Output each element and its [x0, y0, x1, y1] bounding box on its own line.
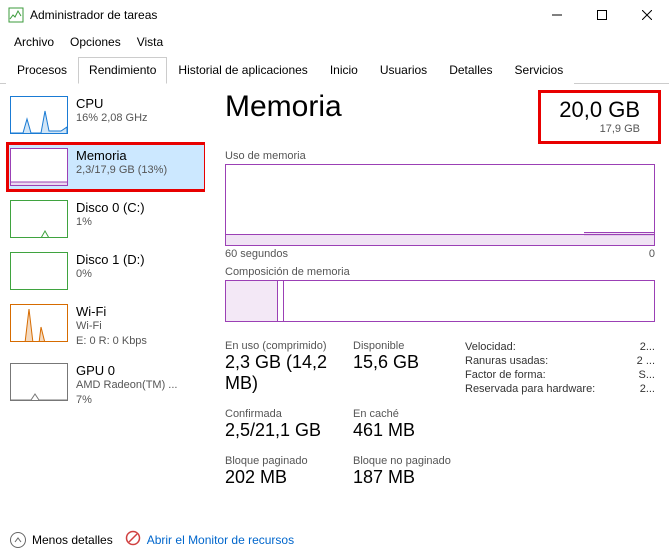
- disk1-thumb-icon: [10, 252, 68, 290]
- gpu-sub1: AMD Radeon(TM) ...: [76, 378, 177, 393]
- memory-sub: 2,3/17,9 GB (13%): [76, 163, 167, 178]
- sidebar: CPU16% 2,08 GHz Memoria2,3/17,9 GB (13%)…: [0, 84, 205, 524]
- speed-value: 2...: [640, 341, 655, 353]
- tab-details[interactable]: Detalles: [438, 57, 503, 84]
- resource-monitor-icon: [125, 530, 141, 549]
- menu-file[interactable]: Archivo: [8, 33, 60, 51]
- menu-options[interactable]: Opciones: [64, 33, 127, 51]
- gpu-name: GPU 0: [76, 363, 177, 378]
- speed-label: Velocidad:: [465, 341, 516, 353]
- form-value: S...: [638, 369, 655, 381]
- nonpaged-label: Bloque no paginado: [353, 455, 463, 467]
- inuse-value: 2,3 GB (14,2 MB): [225, 352, 353, 394]
- usage-label: Uso de memoria: [225, 150, 306, 162]
- disk1-name: Disco 1 (D:): [76, 252, 145, 267]
- fewer-details-button[interactable]: Menos detalles: [32, 533, 113, 547]
- sidebar-item-wifi[interactable]: Wi-FiWi-FiE: 0 R: 0 Kbps: [8, 300, 205, 353]
- total-memory-highlight: 20,0 GB 17,9 GB: [538, 90, 661, 144]
- paged-value: 202 MB: [225, 467, 353, 488]
- graph-time-right: 0: [649, 248, 655, 260]
- wifi-sub1: Wi-Fi: [76, 319, 147, 334]
- sidebar-item-cpu[interactable]: CPU16% 2,08 GHz: [8, 92, 205, 138]
- tabbar: Procesos Rendimiento Historial de aplica…: [0, 56, 669, 84]
- close-button[interactable]: [624, 0, 669, 30]
- tab-performance[interactable]: Rendimiento: [78, 57, 167, 84]
- memory-name: Memoria: [76, 148, 167, 163]
- composition-label: Composición de memoria: [225, 266, 655, 278]
- footer: Menos detalles Abrir el Monitor de recur…: [0, 524, 669, 555]
- open-resource-monitor-link[interactable]: Abrir el Monitor de recursos: [147, 533, 294, 547]
- commit-value: 2,5/21,1 GB: [225, 420, 353, 441]
- graph-time-left: 60 segundos: [225, 248, 288, 260]
- memory-thumb-icon: [10, 148, 68, 186]
- sidebar-item-disk0[interactable]: Disco 0 (C:)1%: [8, 196, 205, 242]
- menu-view[interactable]: Vista: [131, 33, 169, 51]
- slots-value: 2 ...: [637, 355, 655, 367]
- cached-value: 461 MB: [353, 420, 463, 441]
- sidebar-item-gpu[interactable]: GPU 0AMD Radeon(TM) ...7%: [8, 359, 205, 412]
- paged-label: Bloque paginado: [225, 455, 353, 467]
- window-title: Administrador de tareas: [30, 8, 534, 22]
- gpu-thumb-icon: [10, 363, 68, 401]
- reserved-label: Reservada para hardware:: [465, 383, 595, 395]
- slots-label: Ranuras usadas:: [465, 355, 548, 367]
- inuse-label: En uso (comprimido): [225, 340, 353, 352]
- cached-label: En caché: [353, 408, 463, 420]
- disk1-sub: 0%: [76, 267, 145, 282]
- cpu-sub: 16% 2,08 GHz: [76, 111, 148, 126]
- tab-startup[interactable]: Inicio: [319, 57, 369, 84]
- disk0-thumb-icon: [10, 200, 68, 238]
- disk0-name: Disco 0 (C:): [76, 200, 145, 215]
- taskmgr-icon: [8, 7, 24, 23]
- wifi-thumb-icon: [10, 304, 68, 342]
- wifi-name: Wi-Fi: [76, 304, 147, 319]
- wifi-sub2: E: 0 R: 0 Kbps: [76, 334, 147, 349]
- total-memory-sub: 17,9 GB: [559, 123, 640, 135]
- total-memory: 20,0 GB: [559, 97, 640, 123]
- gpu-sub2: 7%: [76, 393, 177, 408]
- tab-processes[interactable]: Procesos: [6, 57, 78, 84]
- menubar: Archivo Opciones Vista: [0, 30, 669, 54]
- memory-usage-graph: [225, 164, 655, 246]
- cpu-name: CPU: [76, 96, 148, 111]
- chevron-up-icon[interactable]: [10, 532, 26, 548]
- commit-label: Confirmada: [225, 408, 353, 420]
- main-panel: Memoria 20,0 GB 17,9 GB Uso de memoria 6…: [205, 84, 669, 524]
- memory-composition-bar: [225, 280, 655, 322]
- titlebar: Administrador de tareas: [0, 0, 669, 30]
- reserved-value: 2...: [640, 383, 655, 395]
- avail-value: 15,6 GB: [353, 352, 463, 373]
- sidebar-item-disk1[interactable]: Disco 1 (D:)0%: [8, 248, 205, 294]
- tab-services[interactable]: Servicios: [504, 57, 575, 84]
- maximize-button[interactable]: [579, 0, 624, 30]
- nonpaged-value: 187 MB: [353, 467, 463, 488]
- avail-label: Disponible: [353, 340, 463, 352]
- tab-users[interactable]: Usuarios: [369, 57, 438, 84]
- disk0-sub: 1%: [76, 215, 145, 230]
- form-label: Factor de forma:: [465, 369, 546, 381]
- minimize-button[interactable]: [534, 0, 579, 30]
- sidebar-item-memory[interactable]: Memoria2,3/17,9 GB (13%): [8, 144, 205, 190]
- cpu-thumb-icon: [10, 96, 68, 134]
- tab-app-history[interactable]: Historial de aplicaciones: [167, 57, 318, 84]
